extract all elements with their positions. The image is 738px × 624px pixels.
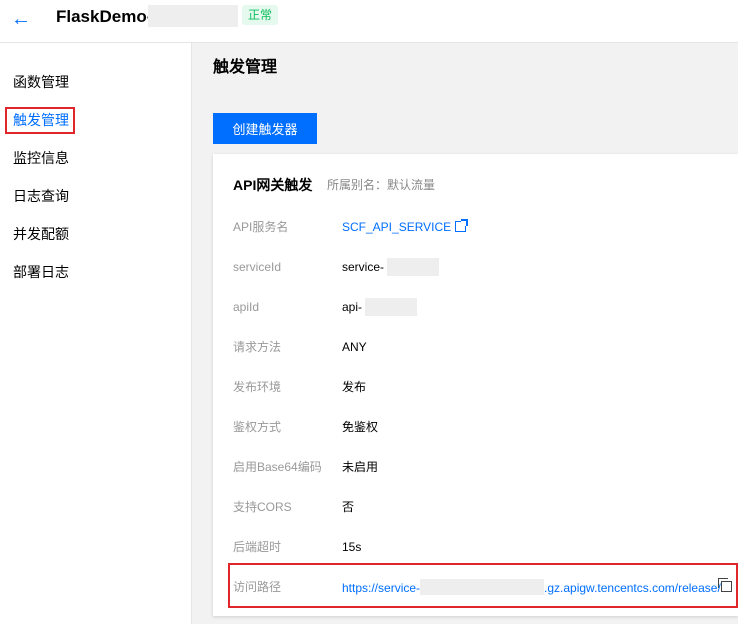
highlight-box-sidebar <box>5 107 75 134</box>
redacted-mask <box>387 258 439 276</box>
label-api-service-name: API服务名 <box>233 220 289 234</box>
label-base64: 启用Base64编码 <box>233 460 322 474</box>
label-request-method: 请求方法 <box>233 340 282 354</box>
value-release-env: 发布 <box>342 380 367 394</box>
redacted-title-mask <box>148 5 238 27</box>
copy-icon[interactable] <box>718 578 732 592</box>
value-api-id: api- <box>342 300 363 314</box>
sidebar-item-monitoring[interactable]: 监控信息 <box>13 148 69 168</box>
top-bar: ← FlaskDemo- 正常 <box>0 0 738 43</box>
create-trigger-button[interactable]: 创建触发器 <box>213 113 317 144</box>
sidebar-item-log-query[interactable]: 日志查询 <box>13 186 69 206</box>
external-link-icon[interactable] <box>455 219 469 232</box>
status-badge: 正常 <box>242 5 279 25</box>
back-arrow-icon[interactable]: ← <box>10 8 32 30</box>
sidebar-item-deploy-log[interactable]: 部署日志 <box>13 262 69 282</box>
label-cors: 支持CORS <box>233 500 292 514</box>
value-request-method: ANY <box>342 340 367 354</box>
value-base64: 未启用 <box>342 460 379 474</box>
label-auth-method: 鉴权方式 <box>233 420 282 434</box>
label-service-id: serviceId <box>233 260 282 274</box>
value-backend-timeout: 15s <box>342 540 362 554</box>
label-backend-timeout: 后端超时 <box>233 540 282 554</box>
alias-label: 所属别名：默认流量 <box>327 178 436 192</box>
value-auth-method: 免鉴权 <box>342 420 379 434</box>
redacted-mask <box>365 298 417 316</box>
sidebar-item-concurrency-quota[interactable]: 并发配额 <box>13 224 69 244</box>
label-api-id: apiId <box>233 300 260 314</box>
trigger-card: API网关触发 所属别名：默认流量 API服务名 SCF_API_SERVICE… <box>213 154 738 616</box>
card-title: API网关触发 <box>233 177 313 193</box>
value-api-service-name: SCF_API_SERVICE <box>342 219 469 235</box>
label-release-env: 发布环境 <box>233 380 282 394</box>
page-title: 触发管理 <box>213 59 278 76</box>
value-cors: 否 <box>342 500 355 514</box>
api-service-link[interactable]: SCF_API_SERVICE <box>342 220 451 234</box>
value-service-id: service- <box>342 260 385 274</box>
highlight-box-url <box>228 563 738 608</box>
sidebar-item-function-management[interactable]: 函数管理 <box>13 72 69 92</box>
function-title: FlaskDemo- <box>56 7 153 26</box>
